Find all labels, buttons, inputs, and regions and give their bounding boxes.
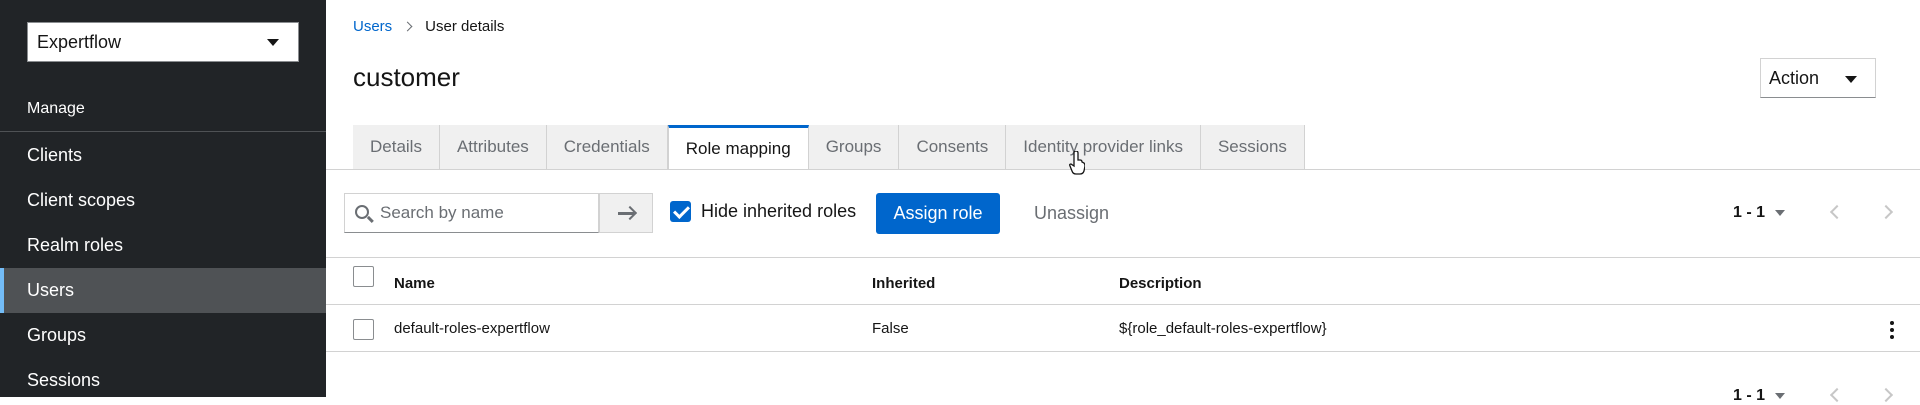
- tab-identity-provider-links[interactable]: Identity provider links: [1006, 125, 1201, 169]
- sidebar-item-users[interactable]: Users: [0, 268, 326, 313]
- toolbar-divider: [326, 257, 1920, 258]
- column-header-name[interactable]: Name: [394, 275, 435, 292]
- tab-role-mapping[interactable]: Role mapping: [667, 125, 809, 169]
- nav-divider: [0, 131, 326, 132]
- select-all-checkbox[interactable]: [353, 266, 374, 287]
- table-header-divider: [326, 304, 1920, 305]
- pagination-label: 1 - 1: [1733, 204, 1766, 221]
- sidebar-item-realm-roles[interactable]: Realm roles: [0, 223, 326, 268]
- search-icon: [355, 205, 369, 219]
- hide-inherited-roles-toggle[interactable]: Hide inherited roles: [670, 201, 856, 222]
- row-actions-kebab-icon[interactable]: [1889, 320, 1895, 340]
- tab-bar: Details Attributes Credentials Role mapp…: [353, 125, 1305, 169]
- breadcrumb-users-link[interactable]: Users: [353, 18, 392, 35]
- search-box: [344, 193, 599, 233]
- hide-inherited-roles-checkbox[interactable]: [670, 201, 691, 222]
- tab-groups[interactable]: Groups: [808, 125, 900, 169]
- arrow-right-icon: [618, 212, 634, 215]
- breadcrumb-current: User details: [425, 18, 505, 35]
- role-mapping-toolbar: Hide inherited roles Assign role Unassig…: [326, 193, 1920, 234]
- tab-sessions[interactable]: Sessions: [1200, 125, 1305, 169]
- chevron-right-icon: [402, 21, 413, 32]
- unassign-button[interactable]: Unassign: [1034, 193, 1109, 234]
- table-cell-name: default-roles-expertflow: [394, 320, 550, 337]
- sidebar-item-sessions[interactable]: Sessions: [0, 358, 326, 403]
- pagination-toggle[interactable]: 1 - 1: [1733, 204, 1786, 222]
- tabs-divider: [326, 169, 1920, 170]
- hand-cursor-icon: [1069, 151, 1085, 175]
- bottom-next-page-icon[interactable]: [1878, 387, 1894, 403]
- search-input[interactable]: [380, 202, 590, 224]
- column-header-description: Description: [1119, 275, 1202, 292]
- row-checkbox[interactable]: [353, 319, 374, 340]
- breadcrumb: Users User details: [353, 18, 504, 35]
- assign-role-button[interactable]: Assign role: [876, 193, 1000, 234]
- caret-down-icon: [1775, 210, 1786, 216]
- action-dropdown-label: Action: [1769, 68, 1820, 88]
- table-cell-description: ${role_default-roles-expertflow}: [1119, 320, 1327, 337]
- nav-section-manage: Manage: [27, 100, 85, 117]
- caret-down-icon: [1845, 76, 1857, 83]
- sidebar-item-client-scopes[interactable]: Client scopes: [0, 178, 326, 223]
- action-dropdown[interactable]: Action: [1760, 58, 1876, 98]
- page-title: customer: [353, 62, 460, 92]
- tab-credentials[interactable]: Credentials: [546, 125, 668, 169]
- sidebar-item-clients[interactable]: Clients: [0, 133, 326, 178]
- realm-selector-label: Expertflow: [37, 32, 122, 52]
- previous-page-icon[interactable]: [1829, 204, 1845, 220]
- next-page-icon[interactable]: [1878, 204, 1894, 220]
- tab-details[interactable]: Details: [353, 125, 440, 169]
- sidebar: Expertflow Manage Clients Client scopes …: [0, 0, 326, 397]
- column-header-inherited: Inherited: [872, 275, 936, 292]
- caret-down-icon: [267, 39, 279, 46]
- realm-selector[interactable]: Expertflow: [27, 22, 299, 62]
- hide-inherited-roles-label: Hide inherited roles: [701, 201, 857, 221]
- tab-attributes[interactable]: Attributes: [439, 125, 547, 169]
- caret-down-icon: [1775, 393, 1786, 399]
- main-content: Users User details customer Action Detai…: [326, 0, 1920, 404]
- tab-consents[interactable]: Consents: [899, 125, 1007, 169]
- bottom-pagination-label: 1 - 1: [1733, 387, 1766, 404]
- table-cell-inherited: False: [872, 320, 909, 337]
- bottom-previous-page-icon[interactable]: [1829, 387, 1845, 403]
- bottom-pagination-toggle[interactable]: 1 - 1: [1733, 387, 1786, 405]
- sidebar-item-groups[interactable]: Groups: [0, 313, 326, 358]
- search-submit-button[interactable]: [599, 193, 653, 233]
- table-row-divider: [326, 351, 1920, 352]
